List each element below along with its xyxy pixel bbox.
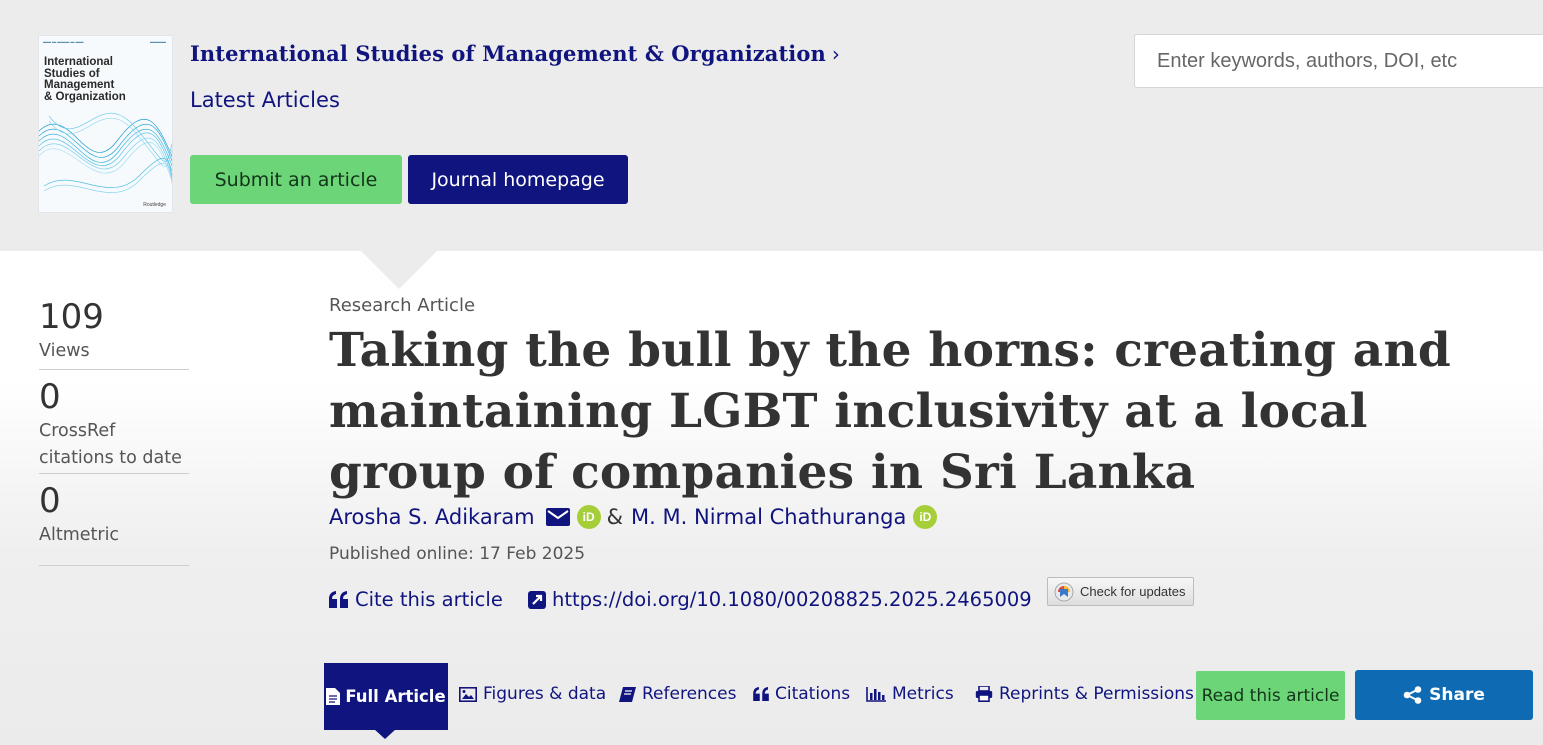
cover-issn: ▬▬▬▬ (150, 39, 166, 44)
views-label: Views (39, 341, 90, 361)
author-link-2[interactable]: M. M. Nirmal Chathuranga (631, 505, 906, 529)
active-tab-arrow (374, 729, 396, 739)
share-label: Share (1429, 685, 1485, 705)
share-icon (1403, 686, 1422, 704)
altmetric-count: 0 (39, 481, 61, 521)
article-type: Research Article (329, 295, 476, 316)
external-link-icon (528, 590, 546, 609)
tab-references-label: References (642, 684, 737, 704)
altmetric-metric: 0 Altmetric (39, 474, 189, 566)
cover-wave-art (39, 112, 172, 193)
doi-link[interactable]: https://doi.org/10.1080/00208825.2025.24… (528, 588, 1032, 611)
tab-citations[interactable]: Citations (753, 684, 850, 704)
tab-reprints-permissions[interactable]: Reprints & Permissions (975, 684, 1194, 704)
submit-article-button[interactable]: Submit an article (190, 155, 402, 204)
altmetric-label: Altmetric (39, 525, 120, 545)
orcid-icon[interactable]: iD (576, 505, 601, 529)
crossref-metric: 0 CrossRef citations to date (39, 370, 189, 474)
tab-references[interactable]: References (619, 684, 736, 704)
views-count: 109 (39, 297, 104, 337)
check-updates-label: Check for updates (1080, 584, 1186, 599)
journal-title-text: International Studies of Management & Or… (190, 41, 826, 66)
cite-label: Cite this article (355, 588, 503, 611)
author-link-1[interactable]: Arosha S. Adikaram (329, 505, 535, 529)
article-metrics: 109 Views 0 CrossRef citations to date 0… (39, 296, 189, 566)
quote-icon (753, 687, 769, 701)
read-article-button[interactable]: Read this article (1196, 671, 1345, 720)
author-list: Arosha S. Adikaram iD & M. M. Nirmal Cha… (329, 505, 938, 529)
views-metric: 109 Views (39, 296, 189, 370)
cover-issue-info: ▬▬ ▬ ▬▬▬ ▬ ▬▬ (43, 39, 84, 44)
tab-metrics-label: Metrics (892, 684, 954, 704)
image-icon (459, 686, 477, 702)
cover-publisher: Routledge (143, 202, 166, 208)
crossref-label: CrossRef citations to date (39, 421, 182, 468)
tab-metrics[interactable]: Metrics (866, 684, 954, 704)
search-input[interactable] (1134, 34, 1543, 88)
cite-article-link[interactable]: Cite this article (329, 588, 503, 611)
tab-full-article[interactable]: Full Article (324, 663, 448, 730)
published-date: Published online: 17 Feb 2025 (329, 544, 586, 564)
tab-citations-label: Citations (775, 684, 851, 704)
tab-reprints-label: Reprints & Permissions (999, 684, 1194, 704)
tab-figures-data[interactable]: Figures & data (459, 684, 606, 704)
header-pointer-arrow (360, 250, 438, 289)
crossref-count: 0 (39, 377, 61, 417)
latest-articles-link[interactable]: Latest Articles (190, 88, 340, 112)
share-button[interactable]: Share (1355, 670, 1533, 720)
printer-icon (975, 686, 993, 702)
author-separator: & (606, 505, 624, 529)
journal-title-link[interactable]: International Studies of Management & Or… (190, 41, 840, 66)
chevron-right-icon: › (831, 42, 840, 66)
check-for-updates-button[interactable]: Check for updates (1047, 577, 1194, 606)
tab-figures-label: Figures & data (483, 684, 607, 704)
bar-chart-icon (866, 686, 886, 702)
book-icon (619, 686, 636, 702)
quote-icon (329, 591, 348, 608)
doi-text: https://doi.org/10.1080/00208825.2025.24… (552, 588, 1032, 611)
document-icon (326, 688, 341, 705)
mail-icon[interactable] (545, 508, 570, 526)
orcid-icon[interactable]: iD (913, 505, 938, 529)
crossmark-icon (1054, 582, 1074, 601)
tab-full-article-label: Full Article (345, 687, 446, 706)
journal-homepage-button[interactable]: Journal homepage (408, 155, 628, 204)
article-title: Taking the bull by the horns: creating a… (329, 323, 1451, 500)
journal-cover-image[interactable]: ▬▬ ▬ ▬▬▬ ▬ ▬▬ ▬▬▬▬ International Studies… (38, 35, 173, 213)
